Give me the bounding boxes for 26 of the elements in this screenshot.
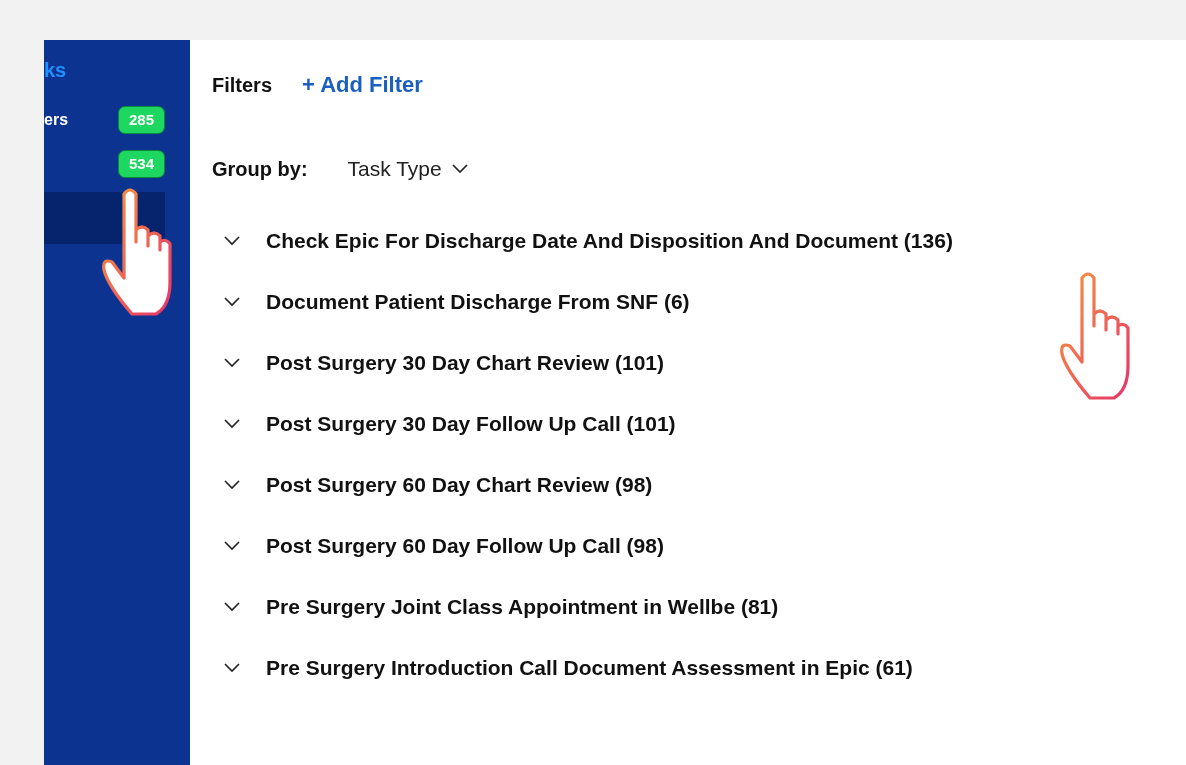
chevron-down-icon[interactable]: [224, 479, 240, 490]
group-header[interactable]: Pre Surgery Joint Class Appointment in Wellbe (81): [266, 590, 779, 623]
group-by-dropdown[interactable]: Task Type: [347, 153, 468, 185]
chevron-down-icon[interactable]: [224, 235, 240, 246]
chevron-down-icon[interactable]: [224, 418, 240, 429]
chevron-down-icon[interactable]: [224, 662, 240, 673]
filters-label: Filters: [212, 72, 273, 98]
group-header[interactable]: Post Surgery 60 Day Chart Review (98): [266, 468, 653, 501]
sidebar-item-label: ers: [44, 110, 69, 130]
count-badge: 534: [117, 149, 165, 179]
sidebar-title: ks: [44, 58, 68, 82]
chevron-down-icon: [451, 163, 468, 174]
chevron-down-icon[interactable]: [224, 540, 240, 551]
group-header[interactable]: Check Epic For Discharge Date And Disposition And Document (136): [266, 224, 953, 257]
sidebar-item[interactable]: ers 285: [44, 104, 165, 136]
chevron-down-icon[interactable]: [224, 357, 240, 368]
group-header[interactable]: Post Surgery 60 Day Follow Up Call (98): [266, 529, 664, 562]
group-header[interactable]: Post Surgery 30 Day Chart Review (101): [266, 346, 664, 379]
group-header[interactable]: Pre Surgery Introduction Call Document Assessment in Epic (61): [266, 651, 913, 684]
group-by-label: Group by:: [212, 156, 308, 182]
chevron-down-icon[interactable]: [224, 601, 240, 612]
chevron-down-icon[interactable]: [224, 296, 240, 307]
group-header[interactable]: Document Patient Discharge From SNF (6): [266, 285, 690, 318]
group-header[interactable]: Post Surgery 30 Day Follow Up Call (101): [266, 407, 676, 440]
count-badge: 285: [117, 105, 165, 135]
add-filter-link[interactable]: + Add Filter: [302, 68, 423, 101]
